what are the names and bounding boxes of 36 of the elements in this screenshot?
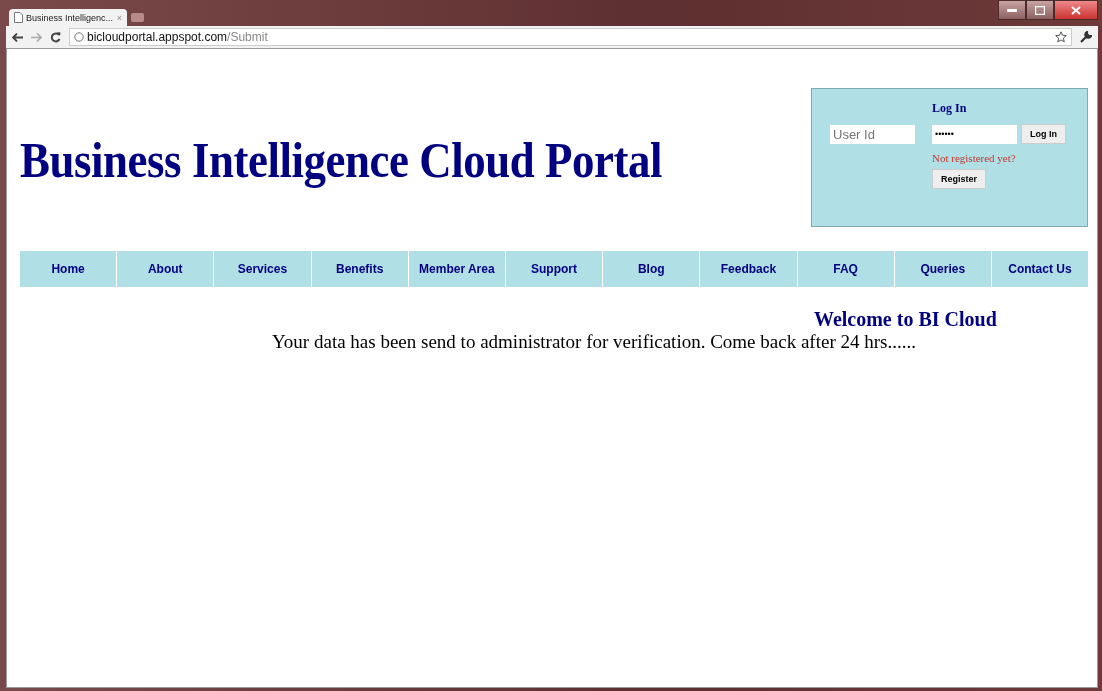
nav-link[interactable]: Support (505, 251, 603, 287)
minimize-button[interactable] (998, 0, 1026, 20)
site-title: Business Intelligence Cloud Portal (20, 131, 663, 189)
back-icon[interactable] (12, 32, 23, 42)
register-prompt: Not registered yet? (932, 152, 1017, 164)
password-field[interactable]: •••••• (932, 124, 1017, 144)
browser-tab[interactable]: Business Intelligenc... × (9, 9, 127, 26)
address-bar[interactable]: bicloudportal.appspot.com/Submit (69, 28, 1072, 46)
maximize-icon (1035, 5, 1045, 15)
maximize-button[interactable] (1026, 0, 1054, 20)
nav-link[interactable]: Home (20, 251, 117, 287)
welcome-heading: Welcome to BI Cloud (814, 308, 998, 331)
tab-title: Business Intelligenc... (26, 12, 114, 23)
close-button[interactable] (1054, 0, 1098, 20)
wrench-icon[interactable] (1080, 31, 1092, 43)
page-icon (14, 12, 23, 23)
reload-icon[interactable] (50, 31, 61, 43)
nav-link[interactable]: Feedback (700, 251, 797, 287)
url-text: bicloudportal.appspot.com/Submit (87, 30, 268, 44)
register-button[interactable]: Register (932, 169, 986, 189)
globe-icon (74, 32, 84, 42)
close-icon (1071, 5, 1081, 15)
nav-link[interactable]: Contact Us (991, 251, 1089, 287)
minimize-icon (1007, 8, 1017, 12)
nav-link[interactable]: FAQ (797, 251, 894, 287)
nav-link[interactable]: Benefits (311, 251, 408, 287)
nav-link[interactable]: Member Area (408, 251, 505, 287)
nav-link[interactable]: Queries (894, 251, 991, 287)
star-icon[interactable] (1055, 31, 1067, 43)
login-button[interactable]: Log In (1021, 124, 1066, 144)
nav-link[interactable]: Blog (603, 251, 700, 287)
status-message: Your data has been send to administrator for verification. Come back after 24 hrs...... (272, 331, 916, 352)
user-id-field[interactable]: User Id (830, 124, 915, 144)
nav-link[interactable]: About (117, 251, 214, 287)
login-heading: Log In (932, 101, 968, 116)
nav-link[interactable]: Services (214, 251, 311, 287)
